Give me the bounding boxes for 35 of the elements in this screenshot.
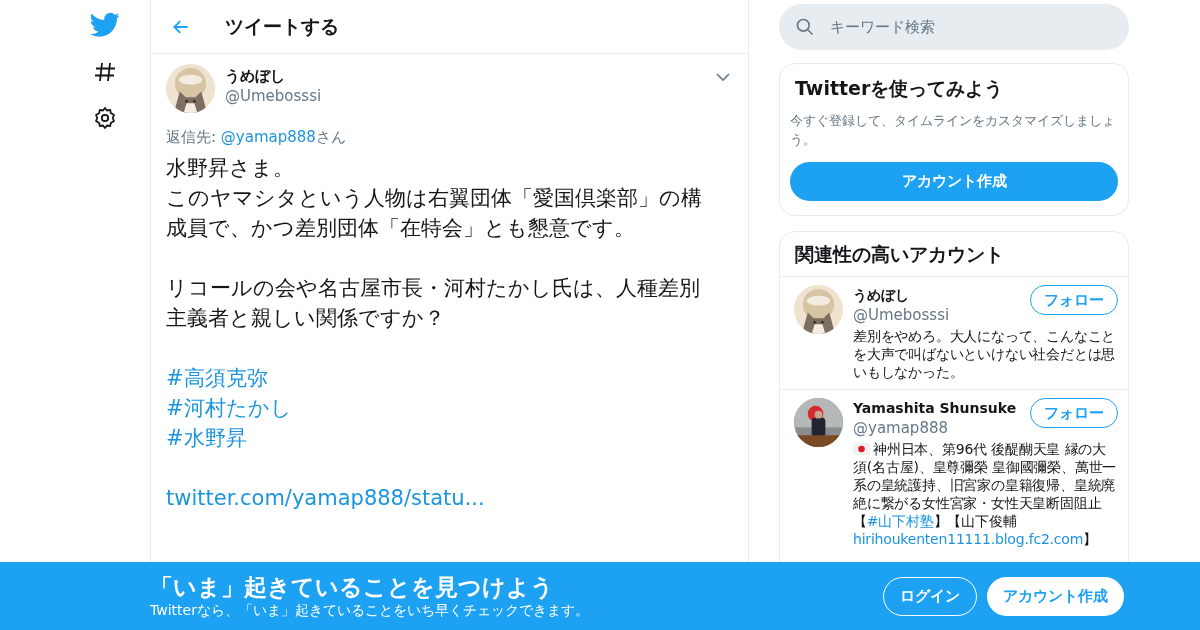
settings-icon[interactable] — [93, 106, 117, 130]
search-field[interactable]: キーワード検索 — [779, 4, 1129, 50]
tweet-text: リコールの会や名古屋市長・河村たかし氏は、人種差別主義者と親しい関係ですか？ — [166, 274, 701, 332]
banner-text: Twitterなら、「いま」起きていることをいち早くチェックできます。 — [150, 601, 589, 619]
reply-to-text: 返信先: @yamap888さん — [166, 127, 347, 148]
account-handle[interactable]: @yamap888 — [853, 418, 1017, 438]
card-title: Twitterを使ってみよう — [794, 76, 1005, 101]
url-link[interactable]: twitter.com/yamap888/statu... — [166, 485, 485, 510]
hashtag-link[interactable]: #水野昇 — [166, 425, 247, 450]
tweet-text: 水野昇さま。 — [166, 154, 295, 182]
signup-button[interactable]: アカウント作成 — [790, 161, 1118, 201]
search-input[interactable]: キーワード検索 — [830, 15, 1090, 39]
hashtag-link[interactable]: #高須克弥 — [166, 365, 268, 390]
account-name[interactable]: Yamashita Shunsuke — [853, 398, 1017, 418]
tweet-text: このヤマシタという人物は右翼団体「愛国倶楽部」の構成員で、かつ差別団体「在特会」とも懇意です。 — [166, 184, 703, 242]
page-title: ツイートする — [225, 14, 339, 40]
account-bio: 神州日本、第96代 後醍醐天皇 縁の大須(名古屋)、皇尊彌榮 皇御國彌榮、萬世一系の皇統護持、旧宮家の皇籍復帰、皇統廃絶に繋がる女性宮家・女性天皇断固阻止【#山下村塾】【山下俊輔 hirihoukenten11111.blog.fc2.com】 — [853, 440, 1118, 548]
card-title: 関連性の高いアカウント — [780, 231, 1128, 277]
card-text: 今すぐ登録して、タイムラインをカスタマイズしましょう。 — [790, 111, 1116, 149]
hashtag-icon[interactable] — [93, 60, 117, 84]
hashtag-link[interactable]: #山下村塾 — [866, 513, 934, 529]
chevron-down-icon[interactable] — [716, 72, 730, 82]
bird-logo-icon[interactable] — [90, 12, 120, 38]
account-name[interactable]: うめぼし — [853, 285, 950, 305]
author-handle[interactable]: @Umebosssi — [225, 86, 322, 106]
mention-link[interactable]: @yamap888 — [220, 128, 316, 146]
signup-button[interactable]: アカウント作成 — [987, 576, 1124, 616]
flag-icon — [853, 443, 870, 455]
url-link[interactable]: hirihoukenten11111.blog.fc2.com — [853, 531, 1084, 547]
hashtag-link[interactable]: #河村たかし — [166, 395, 292, 420]
author-name[interactable]: うめぼし — [225, 66, 322, 86]
search-icon — [795, 17, 815, 37]
banner-title: 「いま」起きていることを見つけよう — [150, 573, 555, 601]
account-bio: 差別をやめろ。大人になって、こんなことを大声で叫ばないといけない社会だとは思いもしなかった。 — [853, 327, 1117, 381]
account-handle[interactable]: @Umebosssi — [853, 305, 950, 325]
